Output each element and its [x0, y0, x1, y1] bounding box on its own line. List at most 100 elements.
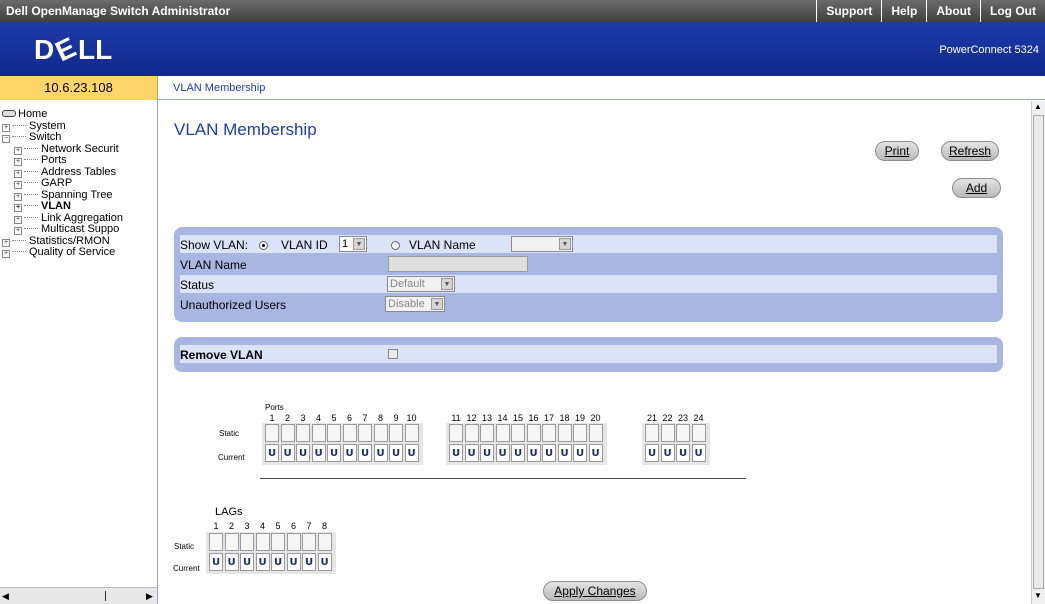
sidebar: Home + System − Switch + Network Securit + P… — [0, 100, 158, 604]
lag-current-cell: U — [224, 553, 239, 571]
logout-link[interactable]: Log Out — [980, 0, 1045, 22]
vlan-name-input[interactable] — [388, 256, 528, 272]
port-static-cell[interactable] — [573, 424, 587, 442]
lag-static-cell[interactable] — [255, 533, 270, 551]
lag-current-cell: U — [286, 553, 301, 571]
main-vertical-scrollbar[interactable]: ▲ ▼ — [1031, 101, 1045, 604]
refresh-button[interactable]: Refresh — [941, 141, 999, 161]
lag-current-cell: U — [209, 553, 223, 571]
expand-icon[interactable]: + — [2, 123, 10, 132]
port-static-cell[interactable] — [296, 424, 310, 442]
port-current-cell: U — [480, 444, 494, 462]
tree-item-quality-of-service[interactable]: + Quality of Service — [0, 247, 157, 259]
port-static-cell[interactable] — [511, 424, 525, 442]
breadcrumb-bar: VLAN Membership — [158, 76, 1045, 100]
port-current-cell: U — [311, 444, 326, 462]
vlan-name-radio-label: VLAN Name — [409, 238, 476, 252]
port-static-cell[interactable] — [327, 424, 341, 442]
port-current-cell: U — [280, 444, 295, 462]
help-link[interactable]: Help — [881, 0, 926, 22]
port-current-cell: U — [645, 444, 659, 462]
port-current-cell: U — [342, 444, 357, 462]
support-link[interactable]: Support — [816, 0, 881, 22]
expand-icon[interactable]: + — [14, 169, 22, 178]
port-current-cell: U — [588, 444, 603, 462]
port-static-cell[interactable] — [660, 424, 675, 442]
print-button[interactable]: Print — [875, 141, 919, 161]
expand-icon[interactable]: + — [14, 204, 22, 212]
expand-icon[interactable]: + — [2, 250, 10, 258]
lag-static-cell[interactable] — [302, 533, 316, 551]
port-static-cell[interactable] — [557, 424, 572, 442]
remove-vlan-checkbox[interactable] — [388, 349, 398, 359]
page-title: VLAN Membership — [174, 120, 317, 139]
collapse-icon[interactable]: − — [2, 135, 10, 143]
scroll-left-icon[interactable]: ◀ — [2, 591, 9, 602]
expand-icon[interactable]: + — [14, 181, 22, 189]
add-button[interactable]: Add — [952, 178, 1001, 198]
port-static-cell[interactable] — [389, 424, 403, 442]
port-static-cell[interactable] — [311, 424, 326, 442]
scroll-thumb[interactable] — [105, 591, 106, 601]
breadcrumb[interactable]: VLAN Membership — [173, 82, 265, 94]
scroll-right-icon[interactable]: ▶ — [146, 591, 153, 602]
show-vlan-label: Show VLAN: — [180, 238, 249, 252]
scroll-up-icon[interactable]: ▲ — [1034, 102, 1042, 111]
vlan-id-radio[interactable] — [259, 238, 268, 252]
sidebar-horizontal-scrollbar[interactable]: ◀ ▶ — [0, 587, 157, 604]
vlan-id-select[interactable]: 1 ▼ — [339, 236, 367, 252]
lag-static-cell[interactable] — [317, 533, 332, 551]
tree-item-network-security[interactable]: + Network Securit — [0, 143, 157, 156]
lag-static-cell[interactable] — [286, 533, 301, 551]
lag-static-cell[interactable] — [240, 533, 254, 551]
port-static-cell[interactable] — [480, 424, 494, 442]
port-static-cell[interactable] — [542, 424, 556, 442]
apply-changes-button[interactable]: Apply Changes — [543, 581, 647, 601]
port-static-cell[interactable] — [342, 424, 357, 442]
port-current-cell: U — [464, 444, 479, 462]
port-static-cell[interactable] — [265, 424, 279, 442]
expand-icon[interactable]: + — [14, 215, 22, 224]
expand-icon[interactable]: + — [14, 227, 22, 235]
nav-tree: Home + System − Switch + Network Securit + P… — [0, 109, 157, 259]
about-link[interactable]: About — [926, 0, 980, 22]
port-static-cell[interactable] — [495, 424, 510, 442]
port-static-cell[interactable] — [464, 424, 479, 442]
port-static-cell[interactable] — [588, 424, 603, 442]
port-static-cell[interactable] — [373, 424, 388, 442]
port-static-cell[interactable] — [449, 424, 463, 442]
port-static-cell[interactable] — [645, 424, 659, 442]
unauthorized-users-select[interactable]: Disable ▼ — [385, 296, 445, 312]
scroll-down-icon[interactable]: ▼ — [1034, 591, 1042, 600]
vlan-name-select[interactable]: ▼ — [511, 236, 573, 252]
tree-item-spanning-tree[interactable]: + Spanning Tree — [0, 189, 157, 202]
tree-item-system[interactable]: + System — [0, 120, 157, 133]
expand-icon[interactable]: + — [2, 238, 10, 247]
remove-vlan-row: Remove VLAN — [180, 345, 997, 363]
lag-static-cell[interactable] — [209, 533, 223, 551]
vlan-name-radio[interactable] — [391, 238, 400, 252]
chevron-down-icon: ▼ — [441, 278, 453, 290]
port-static-cell[interactable] — [280, 424, 295, 442]
port-static-cell[interactable] — [691, 424, 706, 442]
lag-current-cell: U — [240, 553, 254, 571]
lag-static-cell[interactable] — [271, 533, 285, 551]
lag-current-cell: U — [317, 553, 332, 571]
dell-logo: D E LL — [34, 34, 112, 64]
tree-item-address-tables[interactable]: + Address Tables — [0, 166, 157, 179]
port-static-cell[interactable] — [404, 424, 419, 442]
tree-item-home[interactable]: Home — [0, 109, 157, 121]
scroll-thumb[interactable] — [1033, 115, 1044, 589]
port-current-cell: U — [526, 444, 541, 462]
port-current-cell: U — [660, 444, 675, 462]
vlan-form-panel: Show VLAN: VLAN ID 1 ▼ VLAN Name ▼ VLAN … — [174, 227, 1003, 322]
lag-static-cell[interactable] — [224, 533, 239, 551]
expand-icon[interactable]: + — [14, 192, 22, 201]
port-static-cell[interactable] — [676, 424, 690, 442]
status-select[interactable]: Default ▼ — [387, 276, 455, 292]
port-static-cell[interactable] — [526, 424, 541, 442]
expand-icon[interactable]: + — [14, 158, 22, 166]
port-static-cell[interactable] — [358, 424, 372, 442]
product-name: PowerConnect 5324 — [939, 44, 1039, 56]
expand-icon[interactable]: + — [14, 146, 22, 155]
